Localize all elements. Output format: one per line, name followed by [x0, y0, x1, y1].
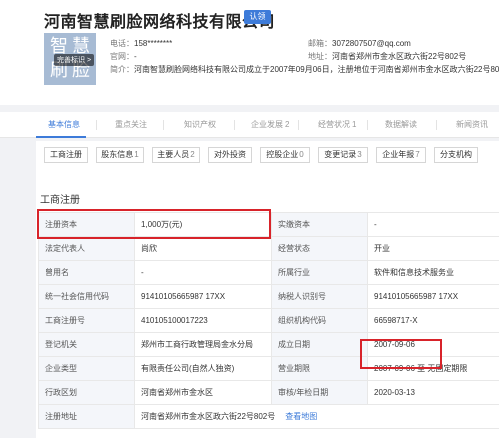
website-label: 官网： — [110, 52, 134, 61]
table-row: 注册地址 河南省郑州市金水区政六街22号802号 查看地图 — [38, 404, 499, 429]
industry-label: 所属行业 — [271, 260, 368, 285]
email-label: 邮箱： — [308, 39, 332, 48]
subtab-business-registration[interactable]: 工商注册 — [44, 147, 88, 163]
tab-divider — [96, 120, 97, 130]
complete-logo-tag[interactable]: 完善标识 > — [54, 54, 95, 66]
view-map-link[interactable]: 查看地图 — [285, 412, 317, 421]
admin-division-value: 河南省郑州市金水区 — [134, 380, 272, 405]
credit-code-value: 91410105665987 17XX — [134, 284, 272, 309]
tab-divider — [367, 120, 368, 130]
company-logo[interactable]: 智慧刷脸 完善标识 > — [44, 33, 96, 85]
tab-data-analysis[interactable]: 数据解读 — [385, 112, 417, 138]
tab-divider — [436, 120, 437, 130]
table-row: 法定代表人 尚欣 经营状态 开业 — [38, 236, 499, 261]
former-name-value: - — [134, 260, 272, 285]
subtab-holding-companies[interactable]: 控股企业0 — [260, 147, 310, 163]
claim-badge[interactable]: 认领 — [244, 10, 271, 24]
audit-date-value: 2020-03-13 — [367, 380, 499, 405]
taxpayer-id-label: 纳税人识别号 — [271, 284, 368, 309]
address-label: 地址： — [308, 52, 332, 61]
registration-authority-label: 登记机关 — [38, 332, 135, 357]
basic-info-panel: 工商注册 股东信息1 主要人员2 对外投资 控股企业0 变更记录3 企业年报7 … — [36, 141, 499, 438]
registered-address-label: 注册地址 — [38, 404, 135, 429]
subtab-shareholders[interactable]: 股东信息1 — [96, 147, 144, 163]
main-tabs: 基本信息 重点关注 知识产权 企业发展 2 经营状况 1 数据解读 新闻资讯 — [0, 112, 499, 138]
subtab-branches[interactable]: 分支机构 — [434, 147, 478, 163]
subtab-annual-reports[interactable]: 企业年报7 — [376, 147, 426, 163]
tab-ip[interactable]: 知识产权 — [184, 112, 216, 138]
registered-address-value: 河南省郑州市金水区政六街22号802号 — [141, 412, 276, 421]
legal-rep-label: 法定代表人 — [38, 236, 135, 261]
active-tab-indicator — [36, 136, 86, 138]
subtab-change-records[interactable]: 变更记录3 — [318, 147, 368, 163]
capital-highlight-box — [37, 209, 271, 239]
company-type-value: 有限责任公司(自然人独资) — [134, 356, 272, 381]
intro-value: 河南智慧刷脸网络科技有限公司成立于2007年09月06日，注册地位于河南省郑州市… — [134, 65, 499, 74]
website-info: 官网：- — [110, 51, 137, 62]
credit-code-label: 统一社会信用代码 — [38, 284, 135, 309]
email-info: 邮箱：3072807507@qq.com — [308, 38, 411, 49]
intro-info: 简介：河南智慧刷脸网络科技有限公司成立于2007年09月06日，注册地位于河南省… — [110, 64, 499, 75]
date-highlight-box — [360, 339, 442, 369]
admin-division-label: 行政区划 — [38, 380, 135, 405]
table-row: 曾用名 - 所属行业 软件和信息技术服务业 — [38, 260, 499, 285]
registration-number-label: 工商注册号 — [38, 308, 135, 333]
email-value[interactable]: 3072807507@qq.com — [332, 39, 411, 48]
phone-value: 158******** — [134, 39, 173, 48]
establish-date-label: 成立日期 — [271, 332, 368, 357]
business-term-label: 营业期限 — [271, 356, 368, 381]
status-value: 开业 — [367, 236, 499, 261]
table-row: 统一社会信用代码 91410105665987 17XX 纳税人识别号 9141… — [38, 284, 499, 309]
org-code-label: 组织机构代码 — [271, 308, 368, 333]
tab-basic-info[interactable]: 基本信息 — [48, 112, 80, 138]
industry-value: 软件和信息技术服务业 — [367, 260, 499, 285]
tab-development[interactable]: 企业发展 2 — [251, 112, 289, 138]
status-label: 经营状态 — [271, 236, 368, 261]
phone-label: 电话： — [110, 39, 134, 48]
legal-rep-value[interactable]: 尚欣 — [134, 236, 272, 261]
address-info: 地址：河南省郑州市金水区政六街22号802号 — [308, 51, 466, 62]
former-name-label: 曾用名 — [38, 260, 135, 285]
taxpayer-id-value: 91410105665987 17XX — [367, 284, 499, 309]
tab-divider — [298, 120, 299, 130]
website-value: - — [134, 52, 137, 61]
paid-in-capital-label: 实缴资本 — [271, 212, 368, 237]
tab-divider — [163, 120, 164, 130]
subtab-key-personnel[interactable]: 主要人员2 — [152, 147, 200, 163]
phone-info: 电话：158******** — [110, 38, 172, 49]
intro-label: 简介： — [110, 65, 134, 74]
table-row: 行政区划 河南省郑州市金水区 审核/年检日期 2020-03-13 — [38, 380, 499, 405]
tab-news[interactable]: 新闻资讯 — [456, 112, 488, 138]
tab-key-focus[interactable]: 重点关注 — [115, 112, 147, 138]
tab-divider — [234, 120, 235, 130]
company-type-label: 企业类型 — [38, 356, 135, 381]
paid-in-capital-value: - — [367, 212, 499, 237]
subtab-investments[interactable]: 对外投资 — [208, 147, 252, 163]
org-code-value: 66598717-X — [367, 308, 499, 333]
company-name: 河南智慧刷脸网络科技有限公司 — [44, 14, 276, 31]
address-value: 河南省郑州市金水区政六街22号802号 — [332, 52, 467, 61]
section-title: 工商注册 — [40, 195, 80, 206]
registration-number-value: 410105100017223 — [134, 308, 272, 333]
tab-operation[interactable]: 经营状况 1 — [318, 112, 356, 138]
table-row: 工商注册号 410105100017223 组织机构代码 66598717-X — [38, 308, 499, 333]
company-header: 河南智慧刷脸网络科技有限公司 认领 智慧刷脸 完善标识 > 电话：158****… — [0, 0, 499, 105]
registration-table: 注册资本 1,000万(元) 实缴资本 - 法定代表人 尚欣 经营状态 开业 曾… — [38, 212, 499, 429]
registered-address-cell: 河南省郑州市金水区政六街22号802号 查看地图 — [134, 404, 499, 429]
audit-date-label: 审核/年检日期 — [271, 380, 368, 405]
registration-authority-value: 郑州市工商行政管理局金水分局 — [134, 332, 272, 357]
